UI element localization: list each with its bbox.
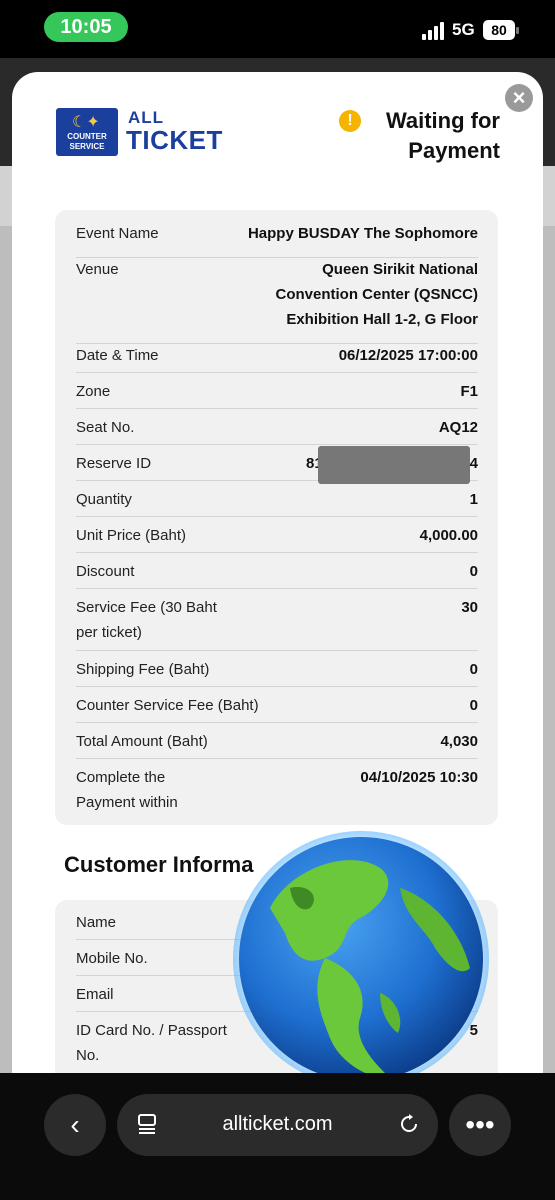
address-bar[interactable]: allticket.com bbox=[117, 1094, 438, 1156]
deadline-line2: Payment within bbox=[76, 794, 178, 811]
detail-value: AQ12 bbox=[438, 419, 478, 436]
status-bar: 10:05 5G 80 bbox=[0, 0, 555, 58]
logo-text-1: COUNTER bbox=[67, 132, 107, 141]
payment-status: Waiting for Payment bbox=[280, 106, 500, 166]
reload-icon[interactable] bbox=[398, 1113, 420, 1135]
network-type: 5G bbox=[452, 20, 475, 39]
signal-icon bbox=[422, 22, 448, 40]
detail-value: 0 bbox=[469, 697, 478, 714]
battery-cap bbox=[516, 27, 519, 34]
moon-star-icon: ☾✦ bbox=[72, 114, 100, 131]
counter-service-logo: ☾✦ COUNTER SERVICE bbox=[56, 108, 118, 156]
payment-status-line1: Waiting for bbox=[385, 108, 500, 133]
service-fee-line2: per ticket) bbox=[76, 624, 142, 641]
detail-value: 04/10/2025 10:30 bbox=[360, 769, 478, 786]
more-options-button[interactable]: ••• bbox=[449, 1094, 511, 1156]
detail-value: 06/12/2025 17:00:00 bbox=[338, 347, 478, 364]
brand-bottom: TICKET bbox=[126, 125, 223, 155]
globe-icon bbox=[233, 831, 489, 1087]
detail-value: Queen Sirikit National Convention Center… bbox=[218, 257, 479, 332]
detail-value: 0 bbox=[469, 563, 478, 580]
detail-value: F1 bbox=[460, 383, 478, 400]
detail-value: 1 bbox=[469, 491, 478, 508]
detail-value: 4,030 bbox=[440, 733, 478, 750]
detail-label: Counter Service Fee (Baht) bbox=[76, 697, 259, 714]
chevron-left-icon: ‹ bbox=[70, 1109, 80, 1140]
url-text[interactable]: allticket.com bbox=[117, 1113, 438, 1136]
customer-info-title: Customer Informa bbox=[64, 852, 254, 877]
booking-details-card: Event Name Happy BUSDAY The Sophomore Ve… bbox=[55, 210, 498, 825]
logo-text-2: SERVICE bbox=[69, 142, 105, 151]
detail-value: Happy BUSDAY The Sophomore bbox=[247, 225, 478, 242]
redaction-block bbox=[318, 446, 470, 484]
venue-line2: Convention Center (QSNCC) bbox=[275, 286, 479, 303]
battery-icon: 80 bbox=[483, 20, 515, 40]
back-button[interactable]: ‹ bbox=[44, 1094, 106, 1156]
detail-value: 0 bbox=[469, 661, 478, 678]
detail-value: 30 bbox=[461, 599, 478, 616]
ellipsis-icon: ••• bbox=[465, 1109, 495, 1140]
venue-line1: Queen Sirikit National bbox=[322, 261, 478, 278]
payment-status-line2: Payment bbox=[408, 138, 500, 163]
detail-value: 4,000.00 bbox=[419, 527, 478, 544]
close-icon[interactable]: × bbox=[505, 84, 533, 112]
status-time: 10:05 bbox=[44, 12, 128, 42]
venue-line3: Exhibition Hall 1-2, G Floor bbox=[286, 311, 478, 328]
